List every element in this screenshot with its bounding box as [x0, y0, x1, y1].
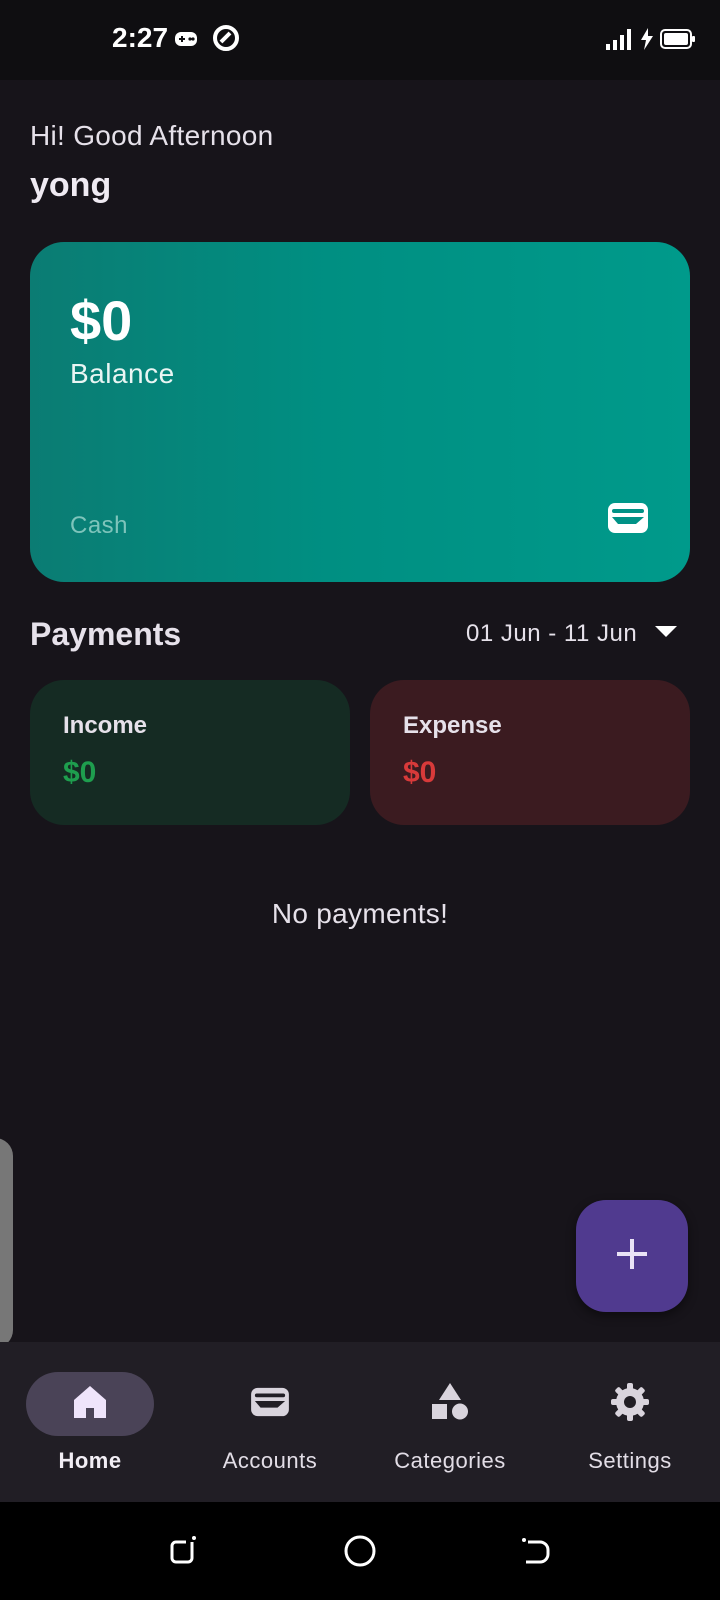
- payments-title: Payments: [30, 616, 182, 652]
- back-button[interactable]: [520, 1534, 552, 1571]
- account-name: Cash: [70, 512, 129, 539]
- nav-label-settings: Settings: [588, 1448, 672, 1473]
- date-range-selector[interactable]: 01 Jun - 11 Jun: [466, 620, 678, 648]
- battery-icon: [660, 28, 696, 55]
- income-card[interactable]: Income $0: [30, 680, 350, 825]
- shapes-icon: [430, 1382, 470, 1427]
- empty-payments-message: No payments!: [271, 898, 449, 929]
- nav-item-accounts[interactable]: Accounts: [180, 1342, 360, 1502]
- nav-label-accounts: Accounts: [222, 1448, 318, 1473]
- charging-icon: [640, 28, 654, 55]
- recents-button[interactable]: [168, 1534, 200, 1571]
- income-value: $0: [63, 756, 97, 789]
- nav-icon-container: [206, 1372, 334, 1436]
- home-button[interactable]: [343, 1534, 377, 1573]
- balance-amount: $0: [70, 289, 133, 352]
- income-label: Income: [63, 712, 148, 739]
- nav-label-categories: Categories: [394, 1448, 506, 1473]
- gamepad-icon: [174, 30, 198, 53]
- app-notification-icon: [212, 24, 240, 57]
- nav-item-settings[interactable]: Settings: [540, 1342, 720, 1502]
- system-navigation-bar: [0, 1502, 720, 1600]
- username: yong: [30, 166, 112, 204]
- edge-panel-handle[interactable]: [0, 1138, 13, 1348]
- bottom-navigation: Home Accounts Categories Settings: [0, 1342, 720, 1502]
- chevron-down-icon: [655, 625, 678, 643]
- wallet-icon: [606, 500, 650, 541]
- expense-card[interactable]: Expense $0: [370, 680, 690, 825]
- status-bar: 2:27: [0, 0, 720, 80]
- balance-card[interactable]: $0 Balance Cash: [30, 242, 690, 582]
- signal-icon: [606, 28, 634, 55]
- nav-label-home: Home: [58, 1448, 122, 1473]
- add-payment-button[interactable]: [576, 1200, 688, 1312]
- home-icon: [72, 1384, 108, 1425]
- gear-icon: [610, 1382, 650, 1427]
- plus-icon: [615, 1237, 649, 1276]
- date-range-label: 01 Jun - 11 Jun: [466, 620, 638, 647]
- status-time: 2:27: [112, 22, 169, 53]
- nav-item-categories[interactable]: Categories: [360, 1342, 540, 1502]
- greeting-text: Hi! Good Afternoon: [30, 120, 274, 151]
- wallet-icon: [249, 1385, 291, 1424]
- nav-item-home[interactable]: Home: [0, 1342, 180, 1502]
- expense-value: $0: [403, 756, 437, 789]
- nav-icon-container: [386, 1372, 514, 1436]
- nav-icon-container: [566, 1372, 694, 1436]
- expense-label: Expense: [403, 712, 502, 739]
- nav-indicator: [26, 1372, 154, 1436]
- balance-label: Balance: [70, 358, 175, 389]
